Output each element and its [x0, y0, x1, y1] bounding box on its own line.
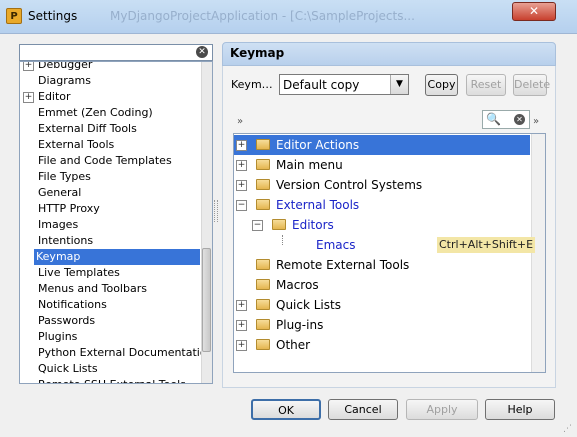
folder-icon	[256, 259, 270, 270]
expand-icon[interactable]: +	[23, 92, 34, 103]
settings-tree-item[interactable]: Menus and Toolbars	[36, 281, 149, 297]
settings-tree-item[interactable]: Images	[36, 217, 80, 233]
action-tree-row[interactable]: − Editors	[234, 215, 530, 235]
action-tree-row[interactable]: + Quick Lists	[234, 295, 530, 315]
settings-tree-item[interactable]: Editor	[36, 89, 73, 105]
action-label: Emacs	[316, 238, 356, 252]
search-icon: 🔍	[486, 112, 501, 126]
tree-connector	[282, 235, 283, 245]
background-window-title: MyDjangoProjectApplication - [C:\SampleP…	[110, 9, 415, 23]
settings-tree-item[interactable]: Python External Documentation	[36, 345, 212, 361]
expand-icon[interactable]: +	[236, 160, 247, 171]
action-label: Editors	[292, 218, 334, 232]
settings-tree-item[interactable]: External Tools	[36, 137, 116, 153]
close-icon: ✕	[528, 4, 540, 18]
settings-tree-item[interactable]: Debugger	[36, 62, 94, 73]
clear-filter-icon[interactable]: ✕	[514, 114, 525, 125]
expand-icon[interactable]: +	[236, 320, 247, 331]
expand-icon[interactable]: +	[236, 180, 247, 191]
settings-tree-item[interactable]: HTTP Proxy	[36, 201, 102, 217]
delete-button[interactable]: Delete	[513, 74, 550, 96]
action-tree-row[interactable]: + Version Control Systems	[234, 175, 530, 195]
settings-tree-item[interactable]: Quick Lists	[36, 361, 100, 377]
settings-tree: + Debugger Diagrams + Editor Emmet (Zen Codin…	[19, 61, 213, 384]
action-label: Macros	[276, 278, 319, 292]
chevron-down-icon[interactable]: ▼	[390, 75, 408, 94]
folder-icon	[256, 199, 270, 210]
settings-tree-scrollbar-thumb[interactable]	[202, 248, 211, 352]
close-button[interactable]: ✕	[512, 2, 556, 21]
settings-tree-item[interactable]: Live Templates	[36, 265, 122, 281]
action-label: Other	[276, 338, 311, 352]
folder-icon	[256, 299, 270, 310]
folder-icon	[272, 219, 286, 230]
folder-icon	[256, 139, 270, 150]
settings-tree-item[interactable]: Keymap	[34, 249, 200, 265]
collapse-icon[interactable]: −	[236, 200, 247, 211]
reset-button[interactable]: Reset	[466, 74, 506, 96]
expand-toolbar-icon[interactable]: »	[237, 116, 243, 127]
settings-tree-item[interactable]: External Diff Tools	[36, 121, 139, 137]
settings-tree-item[interactable]: File Types	[36, 169, 93, 185]
folder-icon	[256, 319, 270, 330]
keymap-select-value: Default copy	[283, 78, 360, 92]
panel-splitter[interactable]	[214, 200, 218, 222]
resize-grip-icon[interactable]: ⋰	[563, 424, 575, 436]
action-tree-row[interactable]: + Plug-ins	[234, 315, 530, 335]
action-tree-row[interactable]: + Editor Actions	[234, 135, 530, 155]
expand-icon[interactable]: +	[23, 62, 34, 71]
action-label: External Tools	[276, 198, 360, 212]
help-button[interactable]: Help	[485, 399, 555, 420]
settings-tree-item[interactable]: Notifications	[36, 297, 109, 313]
settings-tree-item[interactable]: Plugins	[36, 329, 79, 345]
settings-tree-item[interactable]: Remote SSH External Tools	[36, 377, 188, 383]
settings-tree-item[interactable]: Emmet (Zen Coding)	[36, 105, 155, 121]
action-label: Plug-ins	[276, 318, 324, 332]
collapse-icon[interactable]: −	[252, 220, 263, 231]
action-tree-row[interactable]: Emacs Ctrl+Alt+Shift+E	[234, 235, 536, 255]
actions-tree-scrollbar[interactable]	[531, 134, 545, 372]
keymaps-label: Keym…	[231, 78, 273, 91]
copy-button[interactable]: Copy	[425, 74, 458, 96]
action-tree-row[interactable]: + Other	[234, 335, 530, 355]
settings-tree-item[interactable]: Passwords	[36, 313, 97, 329]
action-label: Quick Lists	[276, 298, 341, 312]
folder-icon	[256, 179, 270, 190]
settings-tree-item[interactable]: File and Code Templates	[36, 153, 174, 169]
action-tree-row[interactable]: Macros	[234, 275, 530, 295]
folder-icon	[256, 159, 270, 170]
action-tree-row[interactable]: − External Tools	[234, 195, 530, 215]
action-label: Editor Actions	[276, 138, 360, 152]
shortcut-badge: Ctrl+Alt+Shift+E	[437, 237, 536, 253]
app-icon: P	[6, 8, 22, 24]
more-toolbar-icon[interactable]: »	[533, 116, 539, 127]
ok-button[interactable]: OK	[251, 399, 321, 420]
settings-search-input[interactable]	[19, 44, 213, 61]
expand-icon[interactable]: +	[236, 300, 247, 311]
folder-icon	[256, 279, 270, 290]
expand-icon[interactable]: +	[236, 340, 247, 351]
settings-tree-item[interactable]: General	[36, 185, 83, 201]
action-tree-row[interactable]: Remote External Tools	[234, 255, 530, 275]
clear-search-icon[interactable]: ✕	[196, 46, 208, 58]
page-title: Keymap	[230, 46, 285, 60]
action-tree-row[interactable]: + Main menu	[234, 155, 530, 175]
action-label: Remote External Tools	[276, 258, 410, 272]
action-label: Version Control Systems	[276, 178, 423, 192]
settings-tree-item[interactable]: Intentions	[36, 233, 95, 249]
settings-tree-item[interactable]: Diagrams	[36, 73, 93, 89]
cancel-button[interactable]: Cancel	[328, 399, 398, 420]
window-title: Settings	[28, 9, 78, 23]
apply-button[interactable]: Apply	[406, 399, 478, 420]
folder-icon	[256, 339, 270, 350]
expand-icon[interactable]: +	[236, 140, 247, 151]
action-label: Main menu	[276, 158, 343, 172]
